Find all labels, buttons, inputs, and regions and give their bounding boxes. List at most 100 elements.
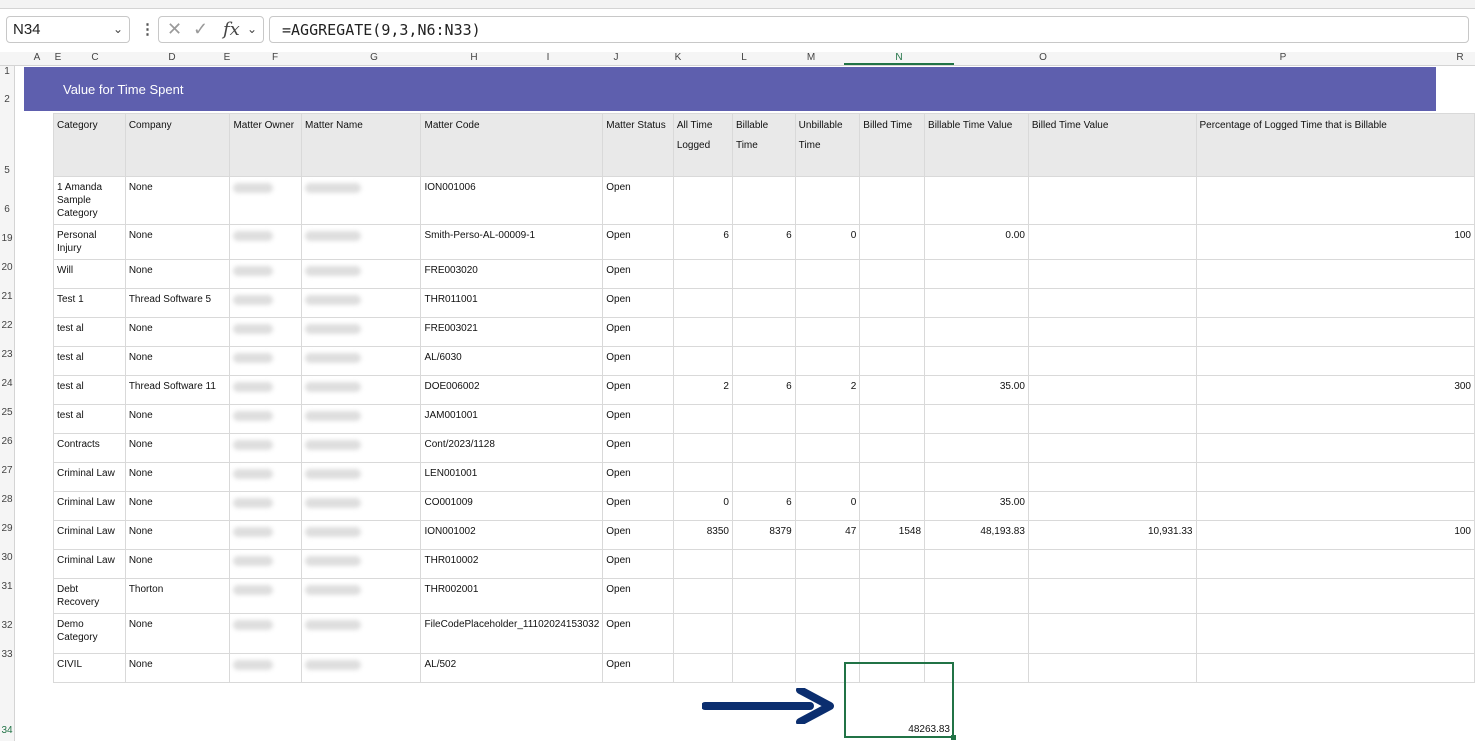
cell-company[interactable]: None	[124, 520, 231, 550]
matter-owner-cell-redacted[interactable]	[229, 288, 303, 318]
cell-company[interactable]: None	[124, 462, 231, 492]
cell-all[interactable]: 6	[672, 224, 733, 260]
cell-pct[interactable]	[1195, 317, 1475, 347]
cell-pct[interactable]	[1195, 346, 1475, 376]
chevron-down-icon[interactable]: ⌄	[113, 22, 123, 36]
cell-billed[interactable]	[859, 491, 926, 521]
cell-billable[interactable]	[731, 259, 796, 289]
cell-company[interactable]: Thread Software 5	[124, 288, 231, 318]
header-cell[interactable]: Billed Time Value	[1027, 113, 1197, 177]
cell-all[interactable]	[672, 549, 733, 579]
cell-status[interactable]: Open	[602, 346, 674, 376]
cell-btv[interactable]	[924, 259, 1029, 289]
cell-bdv[interactable]	[1027, 404, 1197, 434]
matter-owner-cell-redacted[interactable]	[229, 433, 303, 463]
cell-code[interactable]: LEN001001	[420, 462, 604, 492]
matter-owner-cell-redacted[interactable]	[229, 613, 303, 654]
cell-company[interactable]: None	[124, 176, 231, 225]
row-header[interactable]: 6	[0, 204, 14, 215]
matter-name-cell-redacted[interactable]	[301, 375, 422, 405]
cell-btv[interactable]	[924, 462, 1029, 492]
matter-name-cell-redacted[interactable]	[301, 491, 422, 521]
cell-all[interactable]	[672, 317, 733, 347]
matter-name-cell-redacted[interactable]	[301, 224, 422, 260]
row-header[interactable]: 24	[0, 378, 14, 389]
cell-btv[interactable]: 35.00	[924, 491, 1029, 521]
cell-status[interactable]: Open	[602, 433, 674, 463]
column-header[interactable]: I	[541, 52, 555, 63]
cell-bdv[interactable]	[1027, 176, 1197, 225]
cell-btv[interactable]	[924, 613, 1029, 654]
matter-owner-cell-redacted[interactable]	[229, 462, 303, 492]
cell-unbillable[interactable]: 47	[794, 520, 861, 550]
cell-all[interactable]	[672, 433, 733, 463]
column-header[interactable]: K	[671, 52, 685, 63]
cell-category[interactable]: Criminal Law	[53, 462, 126, 492]
cell-btv[interactable]	[924, 288, 1029, 318]
cell-all[interactable]	[672, 462, 733, 492]
cell-pct[interactable]	[1195, 491, 1475, 521]
header-cell[interactable]: Category	[53, 113, 126, 177]
cell-category[interactable]: 1 Amanda Sample Category	[53, 176, 126, 225]
row-header[interactable]: 19	[0, 233, 14, 244]
cell-code[interactable]: Smith-Perso-AL-00009-1	[420, 224, 604, 260]
cell-btv[interactable]	[924, 549, 1029, 579]
row-header[interactable]: 2	[0, 94, 14, 105]
cell-category[interactable]: Test 1	[53, 288, 126, 318]
matter-owner-cell-redacted[interactable]	[229, 317, 303, 347]
header-cell[interactable]: Billed Time	[859, 113, 926, 177]
cell-code[interactable]: FRE003020	[420, 259, 604, 289]
cell-category[interactable]: Demo Category	[53, 613, 126, 654]
cell-code[interactable]: AL/502	[420, 653, 604, 683]
cell-btv[interactable]	[924, 404, 1029, 434]
cell-billed[interactable]	[859, 176, 926, 225]
row-header[interactable]: 27	[0, 465, 14, 476]
cell-code[interactable]: ION001006	[420, 176, 604, 225]
cell-unbillable[interactable]	[794, 613, 861, 654]
cell-unbillable[interactable]	[794, 346, 861, 376]
cell-billable[interactable]	[731, 346, 796, 376]
cell-status[interactable]: Open	[602, 520, 674, 550]
matter-owner-cell-redacted[interactable]	[229, 176, 303, 225]
cell-status[interactable]: Open	[602, 375, 674, 405]
column-header-selected[interactable]: N	[844, 52, 954, 65]
header-cell[interactable]: Unbillable Time	[794, 113, 861, 177]
row-header-selected[interactable]: 34	[0, 725, 14, 736]
cell-pct[interactable]: 300	[1195, 375, 1475, 405]
cell-bdv[interactable]	[1027, 317, 1197, 347]
cell-billable[interactable]	[731, 176, 796, 225]
row-header[interactable]: 32	[0, 620, 14, 631]
cell-billed[interactable]	[859, 404, 926, 434]
cell-btv[interactable]	[924, 176, 1029, 225]
column-header[interactable]: F	[268, 52, 282, 63]
column-header[interactable]: A	[30, 52, 44, 63]
matter-name-cell-redacted[interactable]	[301, 288, 422, 318]
matter-name-cell-redacted[interactable]	[301, 462, 422, 492]
cell-billed[interactable]	[859, 346, 926, 376]
row-header[interactable]: 1	[0, 66, 14, 77]
cell-unbillable[interactable]	[794, 462, 861, 492]
cell-company[interactable]: None	[124, 404, 231, 434]
cell-all[interactable]	[672, 346, 733, 376]
cell-unbillable[interactable]: 0	[794, 491, 861, 521]
cell-all[interactable]	[672, 288, 733, 318]
name-box[interactable]: N34 ⌄	[6, 16, 130, 43]
cell-billed[interactable]	[859, 433, 926, 463]
cell-billable[interactable]	[731, 613, 796, 654]
cell-unbillable[interactable]: 2	[794, 375, 861, 405]
cell-code[interactable]: AL/6030	[420, 346, 604, 376]
matter-name-cell-redacted[interactable]	[301, 259, 422, 289]
row-header[interactable]: 29	[0, 523, 14, 534]
cell-code[interactable]: THR002001	[420, 578, 604, 614]
cell-category[interactable]: test al	[53, 346, 126, 376]
header-cell[interactable]: Matter Owner	[229, 113, 303, 177]
fill-handle[interactable]	[951, 735, 956, 740]
cell-pct[interactable]	[1195, 549, 1475, 579]
matter-owner-cell-redacted[interactable]	[229, 653, 303, 683]
cell-billed[interactable]	[859, 462, 926, 492]
cell-billed[interactable]	[859, 375, 926, 405]
cell-all[interactable]	[672, 259, 733, 289]
cell-billable[interactable]	[731, 433, 796, 463]
cell-btv[interactable]	[924, 433, 1029, 463]
cell-billable[interactable]	[731, 578, 796, 614]
